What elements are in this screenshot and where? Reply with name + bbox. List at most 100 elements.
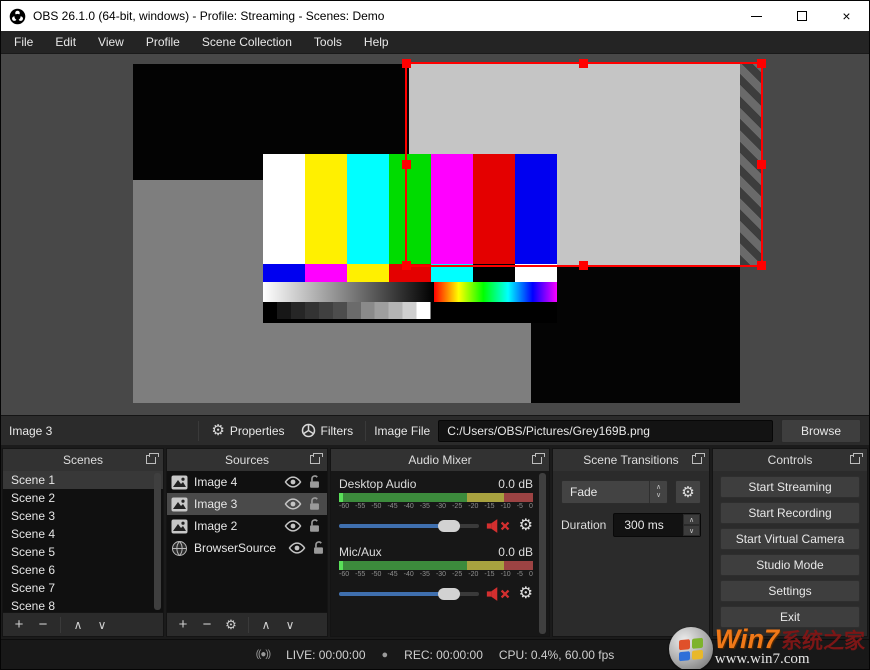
settings-button[interactable]: Settings xyxy=(720,580,860,602)
scenes-panel: Scenes Scene 1Scene 2Scene 3Scene 4Scene… xyxy=(2,448,164,637)
selection-handle-top-left[interactable] xyxy=(402,59,411,68)
scenes-title: Scenes xyxy=(63,453,103,467)
selection-handle-bottom-right[interactable] xyxy=(757,261,766,270)
mute-speaker-icon[interactable] xyxy=(486,586,512,602)
source-row[interactable]: Image 2 xyxy=(167,515,327,537)
preview-area[interactable] xyxy=(1,54,869,415)
mute-speaker-icon[interactable] xyxy=(486,518,512,534)
cpu-fps-status: CPU: 0.4%, 60.00 fps xyxy=(499,648,614,662)
selection-handle-top-middle[interactable] xyxy=(579,59,588,68)
meter-tick-label: -55 xyxy=(355,503,365,510)
volume-slider[interactable] xyxy=(339,585,479,603)
start-recording-button[interactable]: Start Recording xyxy=(720,502,860,524)
selection-handle-bottom-left[interactable] xyxy=(402,261,411,270)
menu-tools[interactable]: Tools xyxy=(303,31,353,53)
selection-handle-bottom-middle[interactable] xyxy=(579,261,588,270)
lock-open-icon[interactable] xyxy=(312,541,325,555)
image-icon xyxy=(171,475,188,490)
lock-open-icon[interactable] xyxy=(308,519,321,533)
channel-gear-icon[interactable]: ⚙ xyxy=(519,586,533,602)
transition-select[interactable]: Fade ∧∨ xyxy=(561,480,668,504)
menu-file[interactable]: File xyxy=(3,31,44,53)
properties-button[interactable]: ⚙ Properties xyxy=(207,423,288,438)
combo-arrows-icon[interactable]: ∧∨ xyxy=(649,481,667,503)
add-source-button[interactable]: + xyxy=(173,614,193,636)
popout-icon[interactable] xyxy=(692,455,702,464)
visibility-eye-icon[interactable] xyxy=(284,498,302,510)
volume-slider-handle[interactable] xyxy=(438,588,460,600)
add-scene-button[interactable]: + xyxy=(9,614,29,636)
duration-increase-button[interactable]: ∧ xyxy=(683,514,700,525)
source-row[interactable]: BrowserSource xyxy=(167,537,327,559)
filters-button[interactable]: Filters xyxy=(297,423,358,438)
meter-tick-label: -15 xyxy=(484,503,494,510)
studio-mode-button[interactable]: Studio Mode xyxy=(720,554,860,576)
menu-scene-collection[interactable]: Scene Collection xyxy=(191,31,303,53)
channel-db-value: 0.0 dB xyxy=(498,545,533,559)
scene-row[interactable]: Scene 5 xyxy=(3,543,163,561)
channel-db-value: 0.0 dB xyxy=(498,477,533,491)
visibility-eye-icon[interactable] xyxy=(284,476,302,488)
image-file-path-input[interactable] xyxy=(438,420,773,442)
obs-window: OBS 26.1.0 (64-bit, windows) - Profile: … xyxy=(0,0,870,670)
mixer-scrollbar[interactable] xyxy=(539,473,546,634)
selection-handle-middle-right[interactable] xyxy=(757,160,766,169)
scene-row[interactable]: Scene 6 xyxy=(3,561,163,579)
scene-row[interactable]: Scene 8 xyxy=(3,597,163,612)
lock-open-icon[interactable] xyxy=(308,475,321,489)
scene-row[interactable]: Scene 2 xyxy=(3,489,163,507)
controls-panel: Controls Start Streaming Start Recording S… xyxy=(712,448,868,637)
source-row[interactable]: Image 3 xyxy=(167,493,327,515)
duration-spinbox[interactable]: 300 ms ∧ ∨ xyxy=(613,513,701,537)
selection-handle-top-right[interactable] xyxy=(757,59,766,68)
scene-move-down-button[interactable]: ∨ xyxy=(92,614,112,636)
transition-properties-button[interactable]: ⚙ xyxy=(675,480,701,504)
popout-icon[interactable] xyxy=(310,455,320,464)
scene-row[interactable]: Scene 3 xyxy=(3,507,163,525)
volume-slider-handle[interactable] xyxy=(438,520,460,532)
menu-profile[interactable]: Profile xyxy=(135,31,191,53)
scene-move-up-button[interactable]: ∧ xyxy=(68,614,88,636)
popout-icon[interactable] xyxy=(146,455,156,464)
controls-header: Controls xyxy=(713,449,867,471)
source-properties-gear-icon[interactable]: ⚙ xyxy=(221,614,241,636)
source-row[interactable]: Image 4 xyxy=(167,471,327,493)
popout-icon[interactable] xyxy=(532,455,542,464)
source-selection-box[interactable] xyxy=(405,62,763,267)
lock-open-icon[interactable] xyxy=(308,497,321,511)
start-virtual-camera-button[interactable]: Start Virtual Camera xyxy=(720,528,860,550)
exit-button[interactable]: Exit xyxy=(720,606,860,628)
image-file-label: Image File xyxy=(374,424,430,438)
close-button[interactable]: × xyxy=(824,1,869,31)
remove-scene-button[interactable]: − xyxy=(33,614,53,636)
menu-edit[interactable]: Edit xyxy=(44,31,87,53)
meter-tick-label: -45 xyxy=(387,571,397,578)
channel-gear-icon[interactable]: ⚙ xyxy=(519,518,533,534)
scenes-scrollbar[interactable] xyxy=(154,473,161,610)
filters-label: Filters xyxy=(321,424,354,438)
sources-panel-header: Sources xyxy=(167,449,327,471)
scene-row[interactable]: Scene 1 xyxy=(3,471,163,489)
start-streaming-button[interactable]: Start Streaming xyxy=(720,476,860,498)
image-icon xyxy=(171,497,188,512)
source-toolbar: Image 3 ⚙ Properties Filters Image File … xyxy=(1,415,869,445)
selection-handle-middle-left[interactable] xyxy=(402,160,411,169)
visibility-eye-icon[interactable] xyxy=(284,520,302,532)
remove-source-button[interactable]: − xyxy=(197,614,217,636)
maximize-button[interactable] xyxy=(779,1,824,31)
menu-view[interactable]: View xyxy=(87,31,135,53)
scene-row[interactable]: Scene 4 xyxy=(3,525,163,543)
popout-icon[interactable] xyxy=(850,455,860,464)
meter-tick-label: -10 xyxy=(501,571,511,578)
minimize-button[interactable] xyxy=(734,1,779,31)
source-move-down-button[interactable]: ∨ xyxy=(280,614,300,636)
browse-button[interactable]: Browse xyxy=(781,419,861,443)
volume-slider[interactable] xyxy=(339,517,479,535)
menu-help[interactable]: Help xyxy=(353,31,400,53)
source-move-up-button[interactable]: ∧ xyxy=(256,614,276,636)
scene-canvas[interactable] xyxy=(133,64,740,403)
sources-toolbar: + − ⚙ ∧ ∨ xyxy=(167,612,327,636)
duration-decrease-button[interactable]: ∨ xyxy=(683,525,700,536)
visibility-eye-icon[interactable] xyxy=(288,542,306,554)
scene-row[interactable]: Scene 7 xyxy=(3,579,163,597)
